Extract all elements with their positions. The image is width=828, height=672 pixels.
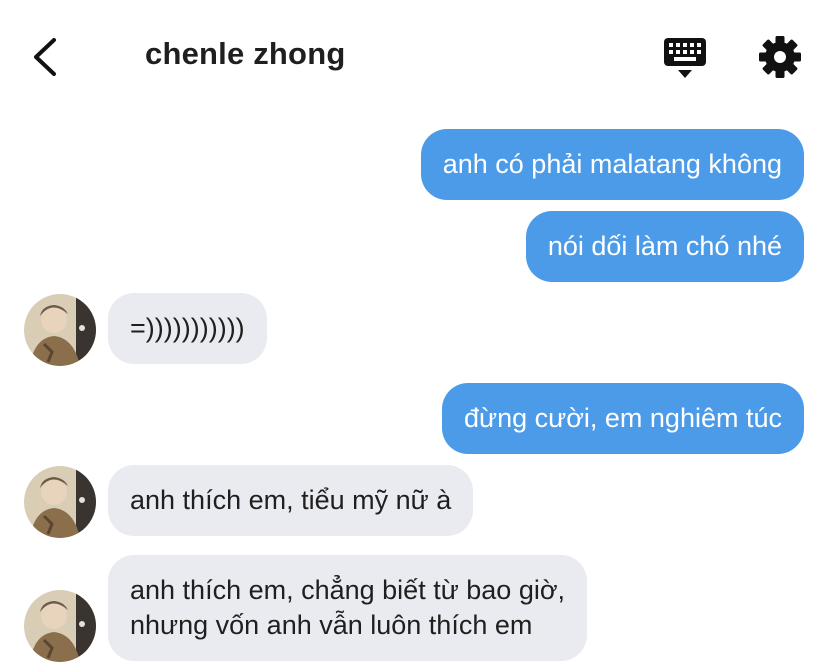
message-bubble-outgoing[interactable]: đừng cười, em nghiêm túc: [442, 383, 804, 454]
keyboard-icon: [664, 38, 706, 78]
message-bubble-incoming[interactable]: anh thích em, chẳng biết từ bao giờ, như…: [108, 555, 588, 661]
avatar-photo: [24, 466, 96, 538]
keyboard-button[interactable]: [662, 36, 708, 80]
avatar-photo: [24, 294, 96, 366]
message-bubble-outgoing[interactable]: nói dối làm chó nhé: [525, 211, 804, 282]
message-line: nhưng vốn anh vẫn luôn thích em: [130, 610, 533, 640]
message-bubble-incoming[interactable]: =))))))))))): [108, 293, 267, 364]
message-bubble-incoming[interactable]: anh thích em, tiểu mỹ nữ à: [108, 465, 474, 536]
back-button[interactable]: [28, 36, 68, 78]
chevron-left-icon: [34, 38, 56, 76]
contact-avatar[interactable]: [24, 294, 96, 366]
chat-header: chenle zhong: [0, 0, 828, 112]
gear-icon: [759, 36, 801, 78]
message-bubble-outgoing[interactable]: anh có phải malatang không: [420, 129, 804, 200]
message-line: anh thích em, chẳng biết từ bao giờ,: [130, 575, 566, 605]
chat-title: chenle zhong: [145, 36, 346, 71]
settings-button[interactable]: [758, 35, 802, 79]
contact-avatar[interactable]: [24, 466, 96, 538]
contact-avatar[interactable]: [24, 590, 96, 662]
avatar-photo: [24, 590, 96, 662]
